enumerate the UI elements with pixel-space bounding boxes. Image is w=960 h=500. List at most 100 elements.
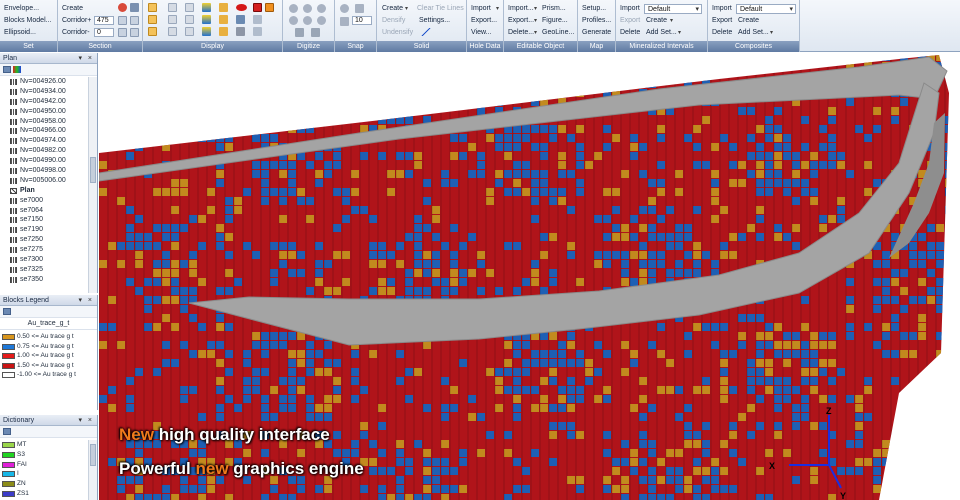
digitize-draw-icon[interactable]	[295, 28, 304, 37]
display-b2-icon[interactable]	[148, 27, 157, 36]
object-export-dropdown-icon[interactable]: ▾	[534, 17, 537, 24]
plan-list-item[interactable]: se7150	[0, 215, 88, 225]
legend-pin-close-icon[interactable]: ▾ ×	[78, 295, 94, 306]
dictionary-item[interactable]: FAI	[0, 460, 88, 470]
prism-button[interactable]: Prism...	[542, 4, 566, 14]
map-profiles-button[interactable]: Profiles...	[582, 16, 611, 26]
digitize-undo-icon[interactable]	[311, 28, 320, 37]
plan-list-item[interactable]: Nv=004934.00	[0, 87, 88, 97]
mesh-icon[interactable]	[236, 15, 245, 24]
corridor-plus-input[interactable]: 475	[94, 16, 114, 25]
plan-list-item[interactable]: Nv=004990.00	[0, 156, 88, 166]
object-delete-dropdown-icon[interactable]: ▾	[534, 29, 537, 36]
legend-layers-icon[interactable]	[3, 308, 11, 315]
object-import-dropdown-icon[interactable]: ▾	[534, 5, 537, 12]
plan-list-item[interactable]: Nv=004998.00	[0, 166, 88, 176]
composites-create-button[interactable]: Create	[738, 16, 759, 26]
hole-import-dropdown-icon[interactable]: ▾	[496, 5, 499, 12]
composites-delete-button[interactable]: Delete	[712, 28, 732, 38]
hash-icon[interactable]	[236, 27, 245, 36]
layer2-icon[interactable]	[202, 15, 211, 24]
geoline-button[interactable]: GeoLine...	[542, 28, 574, 38]
snap-grid-icon[interactable]	[355, 4, 364, 13]
snap-distance-input[interactable]: 10	[352, 16, 372, 25]
plan-list-scrollbar[interactable]	[88, 77, 97, 293]
corridor-minus-input[interactable]: 0	[94, 28, 114, 37]
view-cube2-icon[interactable]	[168, 15, 177, 24]
dictionary-scroll-thumb[interactable]	[90, 444, 96, 466]
dictionary-item[interactable]: S3	[0, 450, 88, 460]
digitize-point-icon[interactable]	[289, 4, 298, 13]
section-prev-icon[interactable]	[118, 28, 127, 37]
dictionary-scrollbar[interactable]	[88, 440, 97, 500]
digitize-edit-icon[interactable]	[289, 16, 298, 25]
pencil-icon[interactable]	[219, 3, 228, 12]
plan-list-item[interactable]: Nv=004942.00	[0, 97, 88, 107]
intervals-import-button[interactable]: Import	[620, 4, 640, 14]
map-generate-button[interactable]: Generate	[582, 28, 611, 38]
display-c-icon[interactable]	[148, 15, 157, 24]
blocks-model-button[interactable]: Blocks Model...	[4, 16, 51, 26]
legend-row[interactable]: -1.00 <= Au trace g t	[0, 370, 97, 380]
intervals-add-set-dropdown-icon[interactable]: ▾	[678, 29, 681, 36]
zoom-section-icon[interactable]	[118, 3, 127, 12]
undensify-button[interactable]: Undensify	[382, 28, 413, 38]
legend-row[interactable]: 0.50 <= Au trace g t	[0, 332, 97, 342]
snap-point-icon[interactable]	[340, 4, 349, 13]
digitize-move-icon[interactable]	[303, 16, 312, 25]
ellipsoid-button[interactable]: Ellipsoid...	[4, 28, 36, 38]
plan-color-icon[interactable]	[13, 66, 21, 73]
arrow-up-icon[interactable]	[130, 16, 139, 25]
view-cube5-icon[interactable]	[185, 15, 194, 24]
solid-create-button[interactable]: Create	[382, 4, 403, 14]
plan-list-item[interactable]: Nv=004982.00	[0, 146, 88, 156]
composites-import-button[interactable]: Import	[712, 4, 732, 14]
plan-list-item[interactable]: se7350	[0, 275, 88, 285]
plan-scroll-thumb[interactable]	[90, 157, 96, 183]
ellipse-red-icon[interactable]	[236, 4, 247, 11]
plan-list-item[interactable]: Nv=004958.00	[0, 117, 88, 127]
plan-list-item[interactable]: se7325	[0, 265, 88, 275]
section-create-button[interactable]: Create	[62, 4, 83, 14]
cube-red-icon[interactable]	[253, 3, 262, 12]
tie-line-icon[interactable]	[421, 28, 431, 36]
plan-list-item[interactable]: se7250	[0, 235, 88, 245]
panel-pin-close-icon[interactable]: ▾ ×	[78, 53, 94, 64]
dictionary-item[interactable]: ZS1	[0, 489, 88, 499]
dictionary-item[interactable]: MT	[0, 440, 88, 450]
intervals-create-button[interactable]: Create	[646, 16, 667, 26]
digitize-del-icon[interactable]	[317, 16, 326, 25]
grid-icon[interactable]	[253, 15, 262, 24]
plan-list-item[interactable]: se7190	[0, 225, 88, 235]
plan-list-item[interactable]: se7064	[0, 206, 88, 216]
plan-list-item[interactable]: se7300	[0, 255, 88, 265]
view-cube4-icon[interactable]	[185, 3, 194, 12]
section-next-icon[interactable]	[130, 28, 139, 37]
solid-create-dropdown-icon[interactable]: ▾	[405, 5, 408, 12]
map-setup-button[interactable]: Setup...	[582, 4, 606, 14]
dictionary-item[interactable]: ZN	[0, 479, 88, 489]
grid2-icon[interactable]	[253, 27, 262, 36]
intervals-add-set-button[interactable]: Add Set...	[646, 28, 677, 38]
figure-button[interactable]: Figure...	[542, 16, 568, 26]
digitize-line-icon[interactable]	[303, 4, 312, 13]
cube-orange-icon[interactable]	[265, 3, 274, 12]
intervals-export-button[interactable]: Export	[620, 16, 640, 26]
plan-list-item[interactable]: Nv=005006.00	[0, 176, 88, 186]
plan-list-item[interactable]: se7000	[0, 196, 88, 206]
pencil3-icon[interactable]	[219, 27, 228, 36]
plan-layers-icon[interactable]	[3, 66, 11, 73]
intervals-set-combo[interactable]: Default	[644, 4, 702, 14]
digitize-poly-icon[interactable]	[317, 4, 326, 13]
envelope-button[interactable]: Envelope...	[4, 4, 39, 14]
pencil2-icon[interactable]	[219, 15, 228, 24]
view-cube6-icon[interactable]	[185, 27, 194, 36]
composites-add-set-dropdown-icon[interactable]: ▾	[770, 29, 773, 36]
layer-icon[interactable]	[202, 3, 211, 12]
composites-add-set-button[interactable]: Add Set...	[738, 28, 769, 38]
densify-button[interactable]: Densify	[382, 16, 405, 26]
hole-view-button[interactable]: View...	[471, 28, 492, 38]
intervals-create-dropdown-icon[interactable]: ▾	[670, 17, 673, 24]
plan-list-item[interactable]: Nv=004950.00	[0, 107, 88, 117]
hole-export-button[interactable]: Export...	[471, 16, 497, 26]
